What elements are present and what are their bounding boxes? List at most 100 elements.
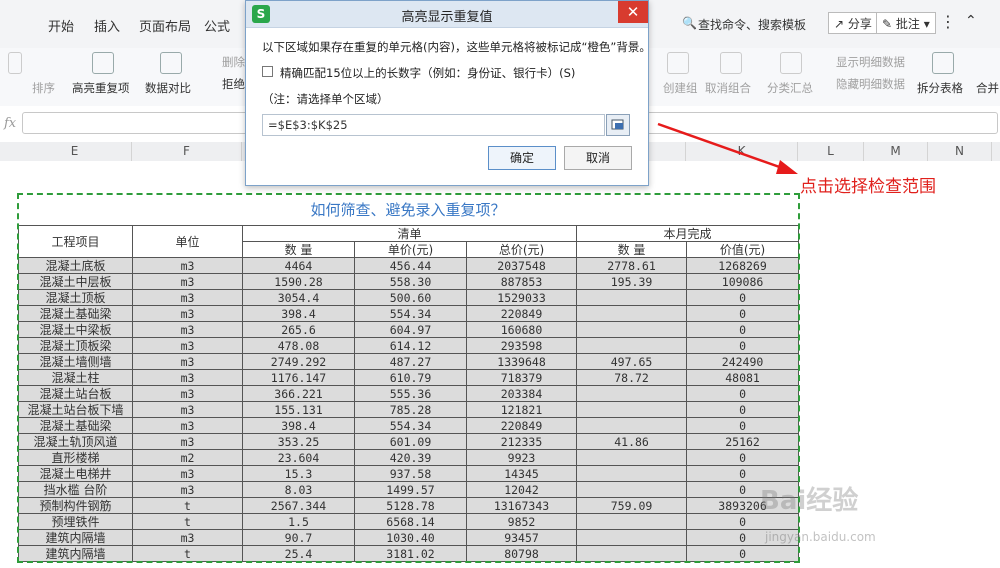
table-cell[interactable]: m3: [132, 257, 243, 274]
table-cell[interactable]: 366.221: [242, 385, 355, 402]
table-cell[interactable]: 0: [686, 545, 800, 562]
table-cell[interactable]: m3: [132, 433, 243, 450]
table-cell[interactable]: 937.58: [354, 465, 467, 482]
table-cell[interactable]: 500.60: [354, 289, 467, 306]
table-cell[interactable]: 12042: [465, 481, 578, 498]
table-cell[interactable]: 2037548: [465, 257, 578, 274]
table-cell[interactable]: t: [132, 497, 243, 514]
table-cell[interactable]: 604.97: [354, 321, 467, 338]
table-cell[interactable]: 93457: [465, 529, 578, 546]
table-cell[interactable]: 1268269: [686, 257, 800, 274]
table-cell[interactable]: m3: [132, 353, 243, 370]
table-cell[interactable]: 420.39: [354, 449, 467, 466]
ribbon-subtotal[interactable]: 分类汇总: [767, 80, 813, 96]
table-cell[interactable]: [576, 305, 688, 322]
table-cell[interactable]: 预埋铁件: [18, 513, 133, 530]
ribbon-split-table[interactable]: 拆分表格: [917, 80, 963, 96]
header-list[interactable]: 清单: [241, 225, 578, 242]
table-cell[interactable]: [576, 529, 688, 546]
table-cell[interactable]: 398.4: [242, 305, 355, 322]
table-cell[interactable]: 混凝土中层板: [18, 273, 133, 290]
table-cell[interactable]: 9852: [465, 513, 578, 530]
table-cell[interactable]: 1339648: [465, 353, 578, 370]
table-cell[interactable]: 242490: [686, 353, 800, 370]
table-cell[interactable]: 265.6: [242, 321, 355, 338]
table-cell[interactable]: 203384: [465, 385, 578, 402]
table-cell[interactable]: 8.03: [242, 481, 355, 498]
split-table-icon[interactable]: [932, 52, 954, 74]
table-cell[interactable]: 混凝土基础梁: [18, 305, 133, 322]
table-cell[interactable]: m3: [132, 529, 243, 546]
table-cell[interactable]: 353.25: [242, 433, 355, 450]
table-cell[interactable]: t: [132, 545, 243, 562]
table-cell[interactable]: 121821: [465, 401, 578, 418]
ribbon-data-compare[interactable]: 数据对比: [145, 80, 191, 96]
table-cell[interactable]: 混凝土电梯井: [18, 465, 133, 482]
table-cell[interactable]: 建筑内隔墙: [18, 529, 133, 546]
table-cell[interactable]: 直形楼梯: [18, 449, 133, 466]
table-cell[interactable]: m2: [132, 449, 243, 466]
table-cell[interactable]: 614.12: [354, 337, 467, 354]
ungroup-icon[interactable]: [720, 52, 742, 74]
table-cell[interactable]: [576, 289, 688, 306]
table-cell[interactable]: 25.4: [242, 545, 355, 562]
table-cell[interactable]: 4464: [242, 257, 355, 274]
tab-page-layout[interactable]: 页面布局: [139, 16, 191, 35]
tab-start[interactable]: 开始: [48, 16, 74, 35]
table-cell[interactable]: 1590.28: [242, 273, 355, 290]
table-cell[interactable]: 混凝土底板: [18, 257, 133, 274]
table-cell[interactable]: m3: [132, 417, 243, 434]
table-cell[interactable]: 80798: [465, 545, 578, 562]
table-cell[interactable]: 混凝土基础梁: [18, 417, 133, 434]
close-icon[interactable]: ✕: [618, 1, 648, 23]
table-cell[interactable]: 90.7: [242, 529, 355, 546]
table-cell[interactable]: m3: [132, 401, 243, 418]
col-header-n[interactable]: N: [928, 142, 992, 161]
table-cell[interactable]: 718379: [465, 369, 578, 386]
ribbon-show-detail[interactable]: 显示明细数据: [836, 54, 905, 70]
table-cell[interactable]: 1499.57: [354, 481, 467, 498]
exact-match-checkbox[interactable]: [262, 66, 273, 77]
table-cell[interactable]: 554.34: [354, 305, 467, 322]
table-cell[interactable]: m3: [132, 481, 243, 498]
ribbon-sort[interactable]: 排序: [32, 80, 55, 96]
table-cell[interactable]: [576, 545, 688, 562]
table-cell[interactable]: 887853: [465, 273, 578, 290]
table-cell[interactable]: 2567.344: [242, 497, 355, 514]
table-cell[interactable]: 0: [686, 337, 800, 354]
collapse-ribbon-icon[interactable]: ⌃: [965, 13, 977, 29]
table-cell[interactable]: 41.86: [576, 433, 688, 450]
range-select-button[interactable]: [606, 114, 630, 136]
table-cell[interactable]: [576, 401, 688, 418]
header-price[interactable]: 单价(元): [354, 241, 467, 258]
table-cell[interactable]: 挡水槛 台阶: [18, 481, 133, 498]
table-cell[interactable]: [576, 417, 688, 434]
table-cell[interactable]: 3181.02: [354, 545, 467, 562]
table-cell[interactable]: 0: [686, 417, 800, 434]
data-compare-icon[interactable]: [160, 52, 182, 74]
table-cell[interactable]: 3054.4: [242, 289, 355, 306]
table-cell[interactable]: 0: [686, 321, 800, 338]
table-cell[interactable]: 160680: [465, 321, 578, 338]
table-cell[interactable]: 487.27: [354, 353, 467, 370]
table-cell[interactable]: 293598: [465, 337, 578, 354]
table-cell[interactable]: 78.72: [576, 369, 688, 386]
ribbon-highlight-duplicates[interactable]: 高亮重复项: [72, 80, 130, 96]
table-cell[interactable]: 0: [686, 305, 800, 322]
table-cell[interactable]: 456.44: [354, 257, 467, 274]
table-cell[interactable]: 398.4: [242, 417, 355, 434]
table-cell[interactable]: 109086: [686, 273, 800, 290]
ribbon-merge[interactable]: 合并: [976, 80, 999, 96]
table-cell[interactable]: m3: [132, 273, 243, 290]
table-cell[interactable]: 建筑内隔墙: [18, 545, 133, 562]
highlight-duplicates-icon[interactable]: [92, 52, 114, 74]
ribbon-hide-detail[interactable]: 隐藏明细数据: [836, 76, 905, 92]
ok-button[interactable]: 确定: [488, 146, 556, 170]
table-cell[interactable]: 497.65: [576, 353, 688, 370]
table-cell[interactable]: 6568.14: [354, 513, 467, 530]
table-cell[interactable]: [576, 465, 688, 482]
table-cell[interactable]: 混凝土轨顶风道: [18, 433, 133, 450]
table-cell[interactable]: 2778.61: [576, 257, 688, 274]
table-cell[interactable]: 14345: [465, 465, 578, 482]
col-header-f[interactable]: F: [132, 142, 242, 161]
